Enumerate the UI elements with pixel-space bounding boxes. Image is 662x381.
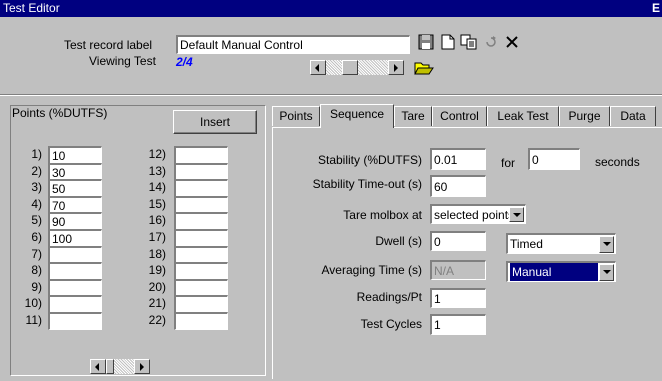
close-button[interactable]: E	[652, 0, 660, 17]
tare-dropdown-arrow-icon[interactable]	[509, 207, 524, 222]
point-input[interactable]: 50	[48, 179, 102, 197]
stability-label: Stability (%DUTFS)	[317, 153, 422, 167]
point-label: 19)	[148, 263, 166, 277]
point-label: 2)	[31, 164, 42, 178]
point-label: 17)	[148, 230, 166, 244]
point-input[interactable]: 10	[48, 146, 102, 164]
delete-icon[interactable]	[506, 36, 518, 48]
averaging-mode-value: Manual	[510, 263, 598, 281]
point-label: 20)	[148, 280, 166, 294]
point-label: 21)	[148, 296, 166, 310]
tare-select-value: selected points	[434, 208, 515, 222]
point-input[interactable]	[174, 312, 228, 330]
tab-control[interactable]: Control	[432, 106, 487, 126]
point-label: 18)	[148, 247, 166, 261]
point-input[interactable]	[174, 212, 228, 230]
point-label: 22)	[148, 313, 166, 327]
cycles-input[interactable]: 1	[430, 314, 486, 335]
point-input[interactable]	[174, 179, 228, 197]
test-scroll-thumb[interactable]	[342, 60, 358, 75]
tare-label: Tare molbox at	[343, 208, 422, 222]
record-label-caption: Test record label	[64, 38, 153, 52]
save-icon[interactable]	[418, 34, 434, 50]
point-input[interactable]: 90	[48, 212, 102, 230]
readings-label: Readings/Pt	[356, 290, 422, 304]
points-scroll-track[interactable]	[114, 359, 134, 374]
viewing-test-value: 2/4	[176, 55, 193, 69]
timeout-input[interactable]: 60	[430, 175, 486, 197]
previous-test-button[interactable]	[310, 60, 326, 75]
viewing-test-caption: Viewing Test	[89, 54, 156, 68]
point-label: 12)	[148, 147, 166, 161]
point-label: 1)	[31, 147, 42, 161]
next-test-button[interactable]	[388, 60, 404, 75]
test-scroll-track-right[interactable]	[358, 60, 388, 75]
insert-button-label: Insert	[199, 115, 230, 129]
point-input[interactable]	[174, 295, 228, 313]
point-input[interactable]: 100	[48, 229, 102, 247]
points-panel-title: Points (%DUTFS)	[12, 106, 108, 120]
point-input[interactable]	[48, 295, 102, 313]
point-label: 4)	[31, 197, 42, 211]
dwell-label: Dwell (s)	[375, 234, 422, 248]
dwell-input[interactable]: 0	[430, 231, 486, 251]
title-bar: Test Editor E	[0, 0, 662, 17]
point-label: 10)	[24, 296, 42, 310]
averaging-mode-dropdown-arrow-icon[interactable]	[599, 264, 614, 281]
dwell-mode-dropdown-arrow-icon[interactable]	[599, 236, 614, 253]
point-input[interactable]	[174, 146, 228, 164]
averaging-label: Averaging Time (s)	[321, 263, 422, 277]
point-input[interactable]	[48, 262, 102, 280]
point-label: 5)	[31, 213, 42, 227]
point-label: 7)	[31, 247, 42, 261]
point-label: 8)	[31, 263, 42, 277]
point-label: 15)	[148, 197, 166, 211]
points-scroll-left-button[interactable]	[90, 359, 106, 374]
cycles-label: Test Cycles	[360, 317, 422, 331]
copy-icon[interactable]	[460, 34, 478, 50]
averaging-mode-select[interactable]: Manual	[506, 261, 616, 282]
point-label: 16)	[148, 213, 166, 227]
point-label: 11)	[25, 313, 42, 327]
point-input[interactable]	[174, 229, 228, 247]
point-input[interactable]	[48, 312, 102, 330]
point-label: 3)	[31, 180, 42, 194]
seconds-label: seconds	[595, 155, 640, 169]
open-folder-icon[interactable]	[414, 60, 434, 76]
dwell-mode-select[interactable]: Timed	[506, 233, 616, 254]
record-label-input[interactable]: Default Manual Control	[176, 35, 410, 54]
dwell-mode-value: Timed	[510, 237, 543, 251]
averaging-input[interactable]: N/A	[430, 260, 486, 280]
point-label: 9)	[31, 280, 42, 294]
tab-purge[interactable]: Purge	[559, 106, 610, 126]
point-input[interactable]	[174, 262, 228, 280]
for-label: for	[501, 156, 516, 170]
point-label: 6)	[31, 230, 42, 244]
stability-input[interactable]: 0.01	[430, 148, 486, 170]
readings-input[interactable]: 1	[430, 288, 486, 308]
tab-data[interactable]: Data	[610, 106, 656, 126]
divider	[0, 94, 662, 96]
for-seconds-input[interactable]: 0	[528, 148, 580, 170]
test-scroll-track-left[interactable]	[326, 60, 342, 75]
tab-leak-test[interactable]: Leak Test	[487, 106, 559, 126]
tare-select[interactable]: selected points	[430, 204, 526, 224]
tab-points[interactable]: Points	[272, 106, 320, 126]
tab-strip: Points Sequence Tare Control Leak Test P…	[272, 104, 662, 128]
insert-button[interactable]: Insert	[173, 110, 257, 134]
tab-tare[interactable]: Tare	[394, 106, 432, 126]
points-scroll-right-button[interactable]	[134, 359, 150, 374]
window-title: Test Editor	[3, 1, 60, 15]
tab-sequence[interactable]: Sequence	[320, 104, 394, 128]
timeout-label: Stability Time-out (s)	[312, 177, 422, 191]
undo-icon[interactable]	[484, 36, 500, 48]
new-document-icon[interactable]	[441, 34, 455, 50]
point-label: 14)	[148, 180, 166, 194]
points-scroll-thumb[interactable]	[106, 359, 114, 374]
point-label: 13)	[148, 164, 166, 178]
